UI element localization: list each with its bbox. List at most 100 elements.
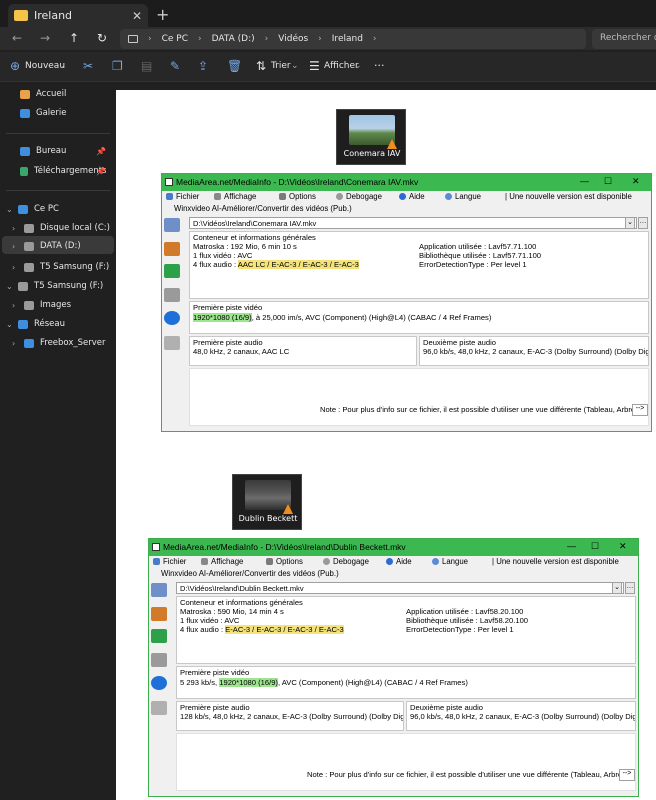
menu-affichage[interactable]: Affichage (214, 192, 256, 201)
cut-icon[interactable]: ✂ (83, 59, 93, 73)
close-button[interactable]: ✕ (632, 176, 640, 187)
breadcrumb-data[interactable]: DATA (D:) (212, 34, 255, 44)
export-icon[interactable] (151, 629, 167, 643)
options-icon[interactable] (151, 653, 167, 667)
chevron-right-icon[interactable]: › (12, 263, 18, 272)
minimize-button[interactable]: — (567, 541, 576, 551)
sidebar-item-images[interactable]: › Images (12, 300, 71, 310)
pin-icon[interactable]: 📌 (96, 167, 106, 176)
browse-button[interactable]: … (625, 582, 635, 594)
back-icon[interactable]: ← (12, 31, 22, 45)
next-view-button[interactable]: --> (619, 769, 635, 781)
menu-options[interactable]: Options (279, 192, 316, 201)
maximize-button[interactable]: ☐ (604, 176, 612, 187)
new-version-link[interactable]: | Une nouvelle version est disponible (505, 192, 632, 201)
info-icon[interactable] (164, 311, 180, 325)
options-icon[interactable] (164, 288, 180, 302)
sidebar-item-label: Réseau (34, 319, 66, 329)
panel-title: Deuxième piste audio (423, 338, 497, 347)
address-bar[interactable]: › Ce PC › DATA (D:) › Vidéos › Ireland › (120, 29, 586, 49)
chevron-down-icon[interactable]: ⌄ (6, 205, 13, 214)
info-icon[interactable] (151, 676, 167, 690)
chevron-down-icon[interactable]: ⌄ (612, 582, 622, 594)
sidebar-item-galerie[interactable]: Galerie (20, 108, 66, 118)
menu-debogage[interactable]: Debogage (336, 192, 382, 201)
panel-title: Deuxième piste audio (410, 703, 484, 712)
tab-ireland[interactable]: Ireland ✕ (8, 4, 148, 27)
open-folder-icon[interactable] (164, 242, 180, 256)
refresh-icon[interactable]: ↻ (97, 31, 107, 45)
forward-icon[interactable]: → (40, 31, 50, 45)
sidebar-item-bureau[interactable]: Bureau (20, 146, 66, 156)
maximize-button[interactable]: ☐ (591, 541, 599, 552)
chevron-right-icon[interactable]: › (12, 301, 18, 310)
menu-aide[interactable]: Aide (386, 557, 412, 566)
sidebar-item-ce-pc[interactable]: ⌄ Ce PC (6, 204, 59, 214)
chevron-down-icon[interactable]: ⌄ (6, 320, 13, 329)
copy-icon[interactable]: ❐ (112, 59, 123, 73)
sidebar-item-data-d[interactable]: › DATA (D:) (12, 241, 81, 251)
sidebar-item-freebox[interactable]: › Freebox_Server (12, 338, 106, 348)
close-tab-icon[interactable]: ✕ (132, 9, 142, 23)
next-view-button[interactable]: --> (632, 404, 648, 416)
breadcrumb-ireland[interactable]: Ireland (332, 34, 363, 44)
open-folder-icon[interactable] (151, 607, 167, 621)
file-path-select[interactable]: D:\Vidéos\Ireland\Conemara IAV.mkv (189, 217, 637, 229)
tools-icon[interactable] (164, 336, 180, 350)
minimize-button[interactable]: — (580, 176, 589, 186)
sidebar-item-disque-c[interactable]: › Disque local (C:) (12, 223, 110, 233)
file-icon (153, 558, 160, 565)
pin-icon[interactable]: 📌 (96, 147, 106, 156)
file-path-select[interactable]: D:\Vidéos\Ireland\Dublin Beckett.mkv (176, 582, 624, 594)
delete-icon[interactable]: 🗑 (227, 59, 242, 73)
tools-icon[interactable] (151, 701, 167, 715)
open-file-icon[interactable] (151, 583, 167, 597)
video-thumbnail-conemara[interactable]: Conemara IAV (336, 109, 406, 165)
menu-langue[interactable]: Langue (432, 557, 468, 566)
mediainfo-icon (152, 543, 160, 551)
chevron-right-icon[interactable]: › (12, 224, 18, 233)
chevron-down-icon[interactable]: ⌄ (625, 217, 635, 229)
sidebar-item-reseau[interactable]: ⌄ Réseau (6, 319, 65, 329)
sidebar-item-telechargements[interactable]: Téléchargements (20, 166, 106, 176)
menu-affichage[interactable]: Affichage (201, 557, 243, 566)
rename-icon[interactable]: ✎ (170, 59, 180, 73)
ad-link[interactable]: Winxvideo AI-Améliorer/Convertir des vid… (174, 204, 352, 213)
info-line: Bibliothèque utilisée : Lavf57.71.100 (419, 251, 542, 260)
chevron-right-icon[interactable]: › (12, 242, 18, 251)
sidebar-item-t5-samsung[interactable]: ⌄ T5 Samsung (F:) (6, 281, 103, 291)
menu-langue[interactable]: Langue (445, 192, 481, 201)
export-icon[interactable] (164, 264, 180, 278)
up-icon[interactable]: ↑ (69, 31, 79, 45)
file-icon (166, 193, 173, 200)
browse-button[interactable]: … (638, 217, 648, 229)
menu-fichier[interactable]: Fichier (166, 192, 199, 201)
menu-options[interactable]: Options (266, 557, 303, 566)
vlc-icon (387, 139, 397, 149)
more-options-button[interactable]: ··· (374, 59, 385, 72)
new-tab-button[interactable]: + (156, 5, 169, 24)
menu-fichier[interactable]: Fichier (153, 557, 186, 566)
menu-debogage[interactable]: Debogage (323, 557, 369, 566)
search-input[interactable]: Rechercher dans : Ireland (592, 29, 656, 49)
info-line: 5 293 kb/s, 1920*1080 (16/9), AVC (Compo… (180, 678, 468, 687)
share-icon[interactable]: ⇪ (198, 59, 208, 73)
chevron-right-icon[interactable]: › (12, 339, 18, 348)
open-file-icon[interactable] (164, 218, 180, 232)
breadcrumb-ce-pc[interactable]: Ce PC (162, 34, 188, 44)
sidebar-divider (6, 133, 110, 134)
breadcrumb-videos[interactable]: Vidéos (278, 34, 308, 44)
paste-icon[interactable]: ▤ (141, 59, 152, 73)
close-button[interactable]: ✕ (619, 541, 627, 552)
chevron-down-icon[interactable]: ⌄ (6, 282, 13, 291)
menu-aide[interactable]: Aide (399, 192, 425, 201)
ad-link[interactable]: Winxvideo AI-Améliorer/Convertir des vid… (161, 569, 339, 578)
new-version-link[interactable]: | Une nouvelle version est disponible (492, 557, 619, 566)
sidebar-item-accueil[interactable]: Accueil (20, 89, 66, 99)
audio1-info-panel: Première piste audio 48,0 kHz, 2 canaux,… (189, 336, 417, 366)
language-icon (432, 558, 439, 565)
video-thumbnail-dublin[interactable]: Dublin Beckett (232, 474, 302, 530)
sort-button[interactable]: Trier (271, 61, 291, 71)
sidebar-item-t5-samsung-sub[interactable]: › T5 Samsung (F:) (12, 262, 109, 272)
options-icon (266, 558, 273, 565)
